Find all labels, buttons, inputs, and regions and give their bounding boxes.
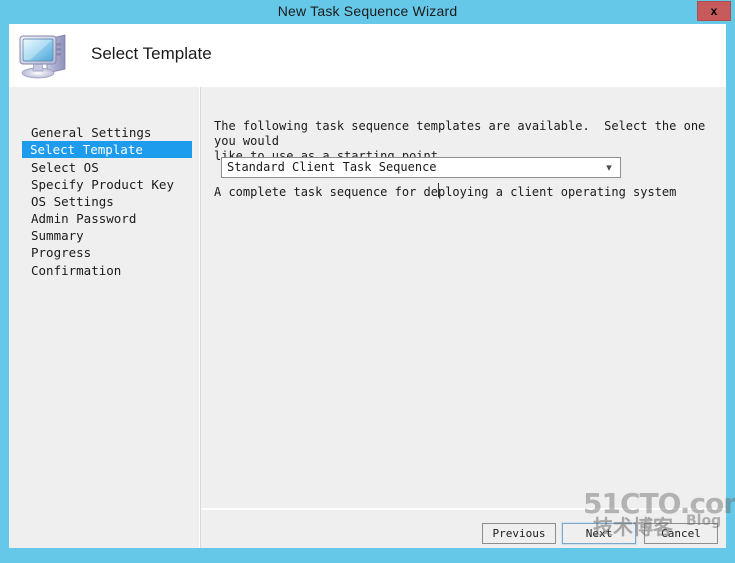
sidebar-item-admin-password[interactable]: Admin Password bbox=[23, 210, 191, 227]
sidebar-item-os-settings[interactable]: OS Settings bbox=[23, 193, 191, 210]
text-caret bbox=[438, 183, 439, 197]
window-title: New Task Sequence Wizard bbox=[277, 3, 458, 19]
wizard-step-list: General Settings Select Template Select … bbox=[9, 87, 199, 548]
wizard-window: New Task Sequence Wizard x Select Templa… bbox=[0, 0, 735, 563]
sidebar-item-select-template[interactable]: Select Template bbox=[22, 141, 192, 158]
previous-button[interactable]: Previous bbox=[482, 523, 556, 544]
header-band: Select Template bbox=[9, 24, 726, 87]
body-panel: General Settings Select Template Select … bbox=[9, 87, 726, 548]
computer-icon bbox=[17, 29, 73, 81]
sidebar-item-select-os[interactable]: Select OS bbox=[23, 159, 191, 176]
sidebar-item-summary[interactable]: Summary bbox=[23, 227, 191, 244]
cancel-button[interactable]: Cancel bbox=[644, 523, 718, 544]
page-title: Select Template bbox=[91, 44, 212, 63]
close-button[interactable]: x bbox=[697, 1, 731, 21]
sidebar-item-specify-product-key[interactable]: Specify Product Key bbox=[23, 176, 191, 193]
chevron-down-icon: ▾ bbox=[606, 161, 612, 174]
footer-bar: Previous Next Cancel bbox=[201, 510, 726, 548]
title-bar: New Task Sequence Wizard x bbox=[0, 0, 735, 22]
template-select-value: Standard Client Task Sequence bbox=[227, 160, 437, 174]
template-select[interactable]: Standard Client Task Sequence ▾ bbox=[221, 157, 621, 178]
sidebar-item-general-settings[interactable]: General Settings bbox=[23, 124, 191, 141]
next-button[interactable]: Next bbox=[561, 522, 637, 545]
sidebar-item-confirmation[interactable]: Confirmation bbox=[23, 262, 191, 279]
sidebar-item-progress[interactable]: Progress bbox=[23, 244, 191, 261]
content-area: The following task sequence templates ar… bbox=[201, 87, 726, 548]
template-description: A complete task sequence for deploying a… bbox=[214, 185, 677, 199]
